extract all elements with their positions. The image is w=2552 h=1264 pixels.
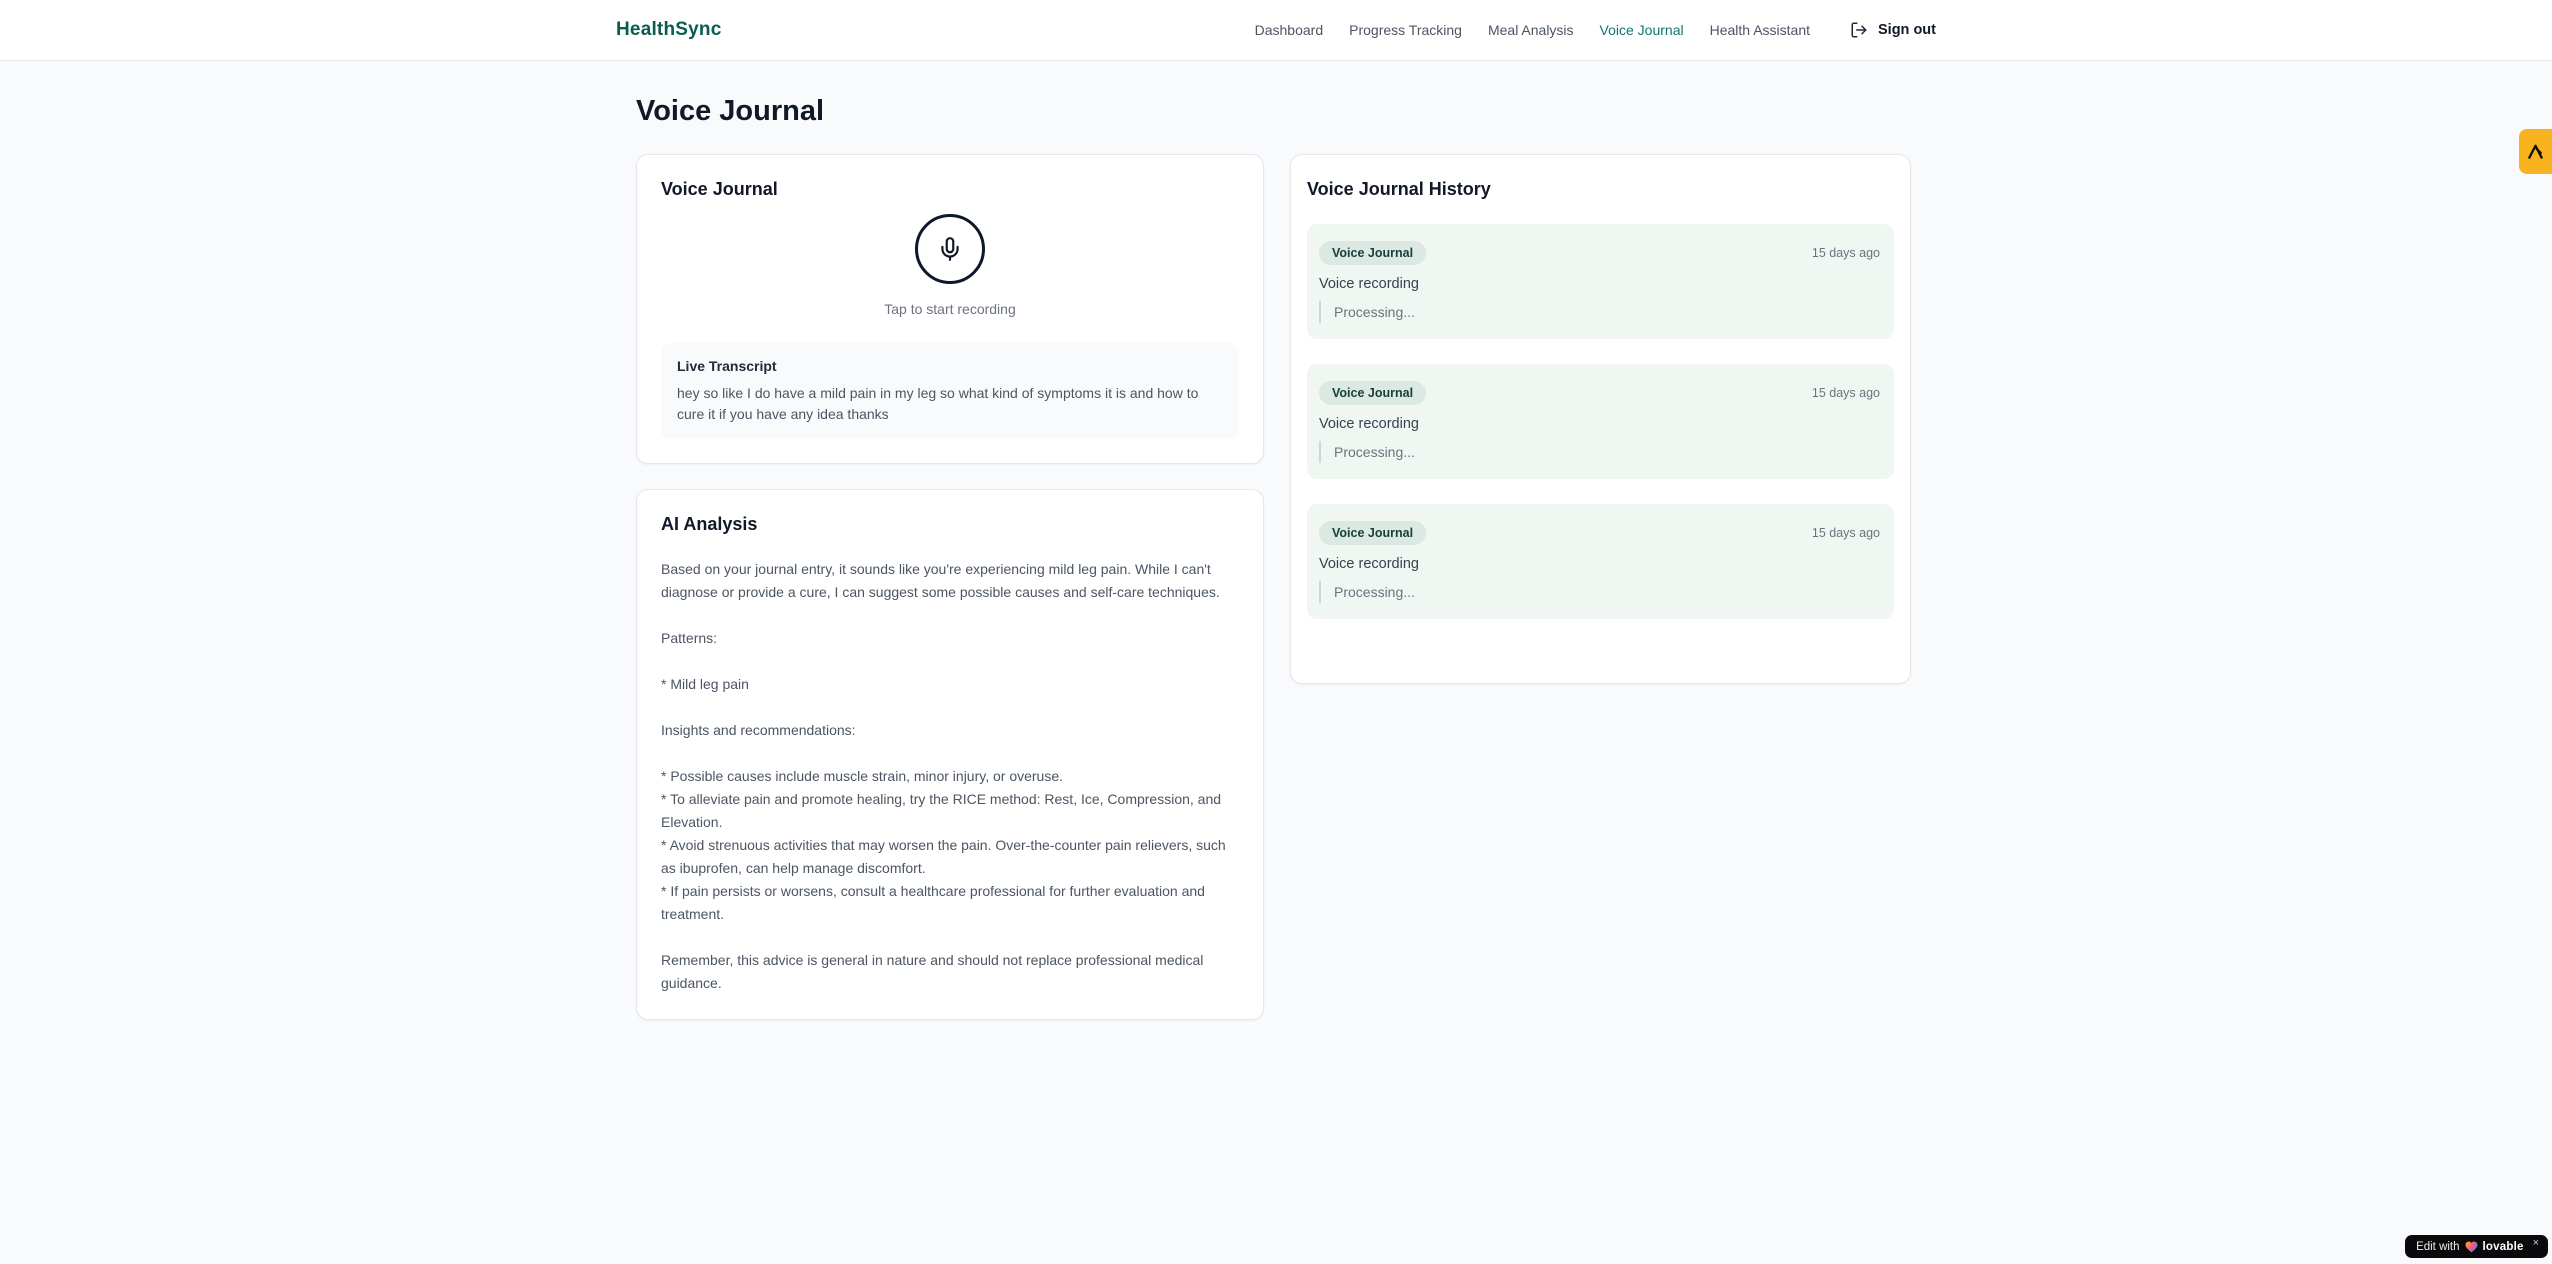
sign-out-label: Sign out xyxy=(1878,22,1936,38)
page-title: Voice Journal xyxy=(636,95,825,127)
voice-recorder-card: Voice Journal Tap to start recording Liv… xyxy=(636,154,1264,465)
lovable-heart-icon xyxy=(2465,1241,2477,1252)
live-transcript-text: hey so like I do have a mild pain in my … xyxy=(677,385,1199,422)
ai-analysis-title: AI Analysis xyxy=(661,514,758,535)
log-out-icon xyxy=(1851,22,1867,38)
entry-title: Voice recording xyxy=(1319,276,1419,292)
lovable-label: lovable xyxy=(2482,1240,2524,1253)
sign-out-button[interactable]: Sign out xyxy=(1850,21,1936,39)
entry-title: Voice recording xyxy=(1319,556,1419,572)
nav-item-dashboard[interactable]: Dashboard xyxy=(1255,22,1324,38)
ai-analysis-card: AI Analysis Based on your journal entry,… xyxy=(636,489,1264,1020)
microphone-icon xyxy=(941,237,959,261)
history-entry[interactable]: Voice Journal 15 days ago Voice recordin… xyxy=(1307,364,1894,479)
entry-type-badge: Voice Journal xyxy=(1319,381,1427,405)
entry-status: Processing... xyxy=(1319,581,1880,603)
recorder-card-title: Voice Journal xyxy=(661,179,778,199)
history-list: Voice Journal 15 days ago Voice recordin… xyxy=(1307,224,1894,619)
voice-journal-history-card: Voice Journal History Voice Journal 15 d… xyxy=(1290,154,1911,684)
entry-type-badge: Voice Journal xyxy=(1319,241,1427,265)
live-transcript-box: Live Transcript hey so like I do have a … xyxy=(661,343,1239,440)
record-button[interactable] xyxy=(915,214,985,284)
lovable-side-badge[interactable] xyxy=(2519,129,2552,174)
history-entry[interactable]: Voice Journal 15 days ago Voice recordin… xyxy=(1307,504,1894,619)
history-card-title: Voice Journal History xyxy=(1307,179,1491,199)
nav-item-meal-analysis[interactable]: Meal Analysis xyxy=(1488,22,1574,38)
app-header: HealthSync Dashboard Progress Tracking M… xyxy=(0,0,2552,61)
entry-timestamp: 15 days ago xyxy=(1811,246,1880,260)
ai-analysis-body: Based on your journal entry, it sounds l… xyxy=(661,561,1226,991)
app-logo: HealthSync xyxy=(616,19,722,40)
history-entry[interactable]: Voice Journal 15 days ago Voice recordin… xyxy=(1307,224,1894,339)
nav-item-progress-tracking[interactable]: Progress Tracking xyxy=(1349,22,1462,38)
entry-timestamp: 15 days ago xyxy=(1811,526,1880,540)
record-caption: Tap to start recording xyxy=(884,301,1016,317)
entry-title: Voice recording xyxy=(1319,416,1419,432)
nav-item-health-assistant[interactable]: Health Assistant xyxy=(1710,22,1810,38)
edit-with-lovable-button[interactable]: Edit with lovable × xyxy=(2405,1235,2548,1258)
nav-item-voice-journal[interactable]: Voice Journal xyxy=(1600,22,1684,38)
live-transcript-title: Live Transcript xyxy=(677,358,777,374)
edit-with-label: Edit with xyxy=(2416,1240,2460,1253)
entry-timestamp: 15 days ago xyxy=(1811,386,1880,400)
close-icon[interactable]: × xyxy=(2533,1235,2539,1249)
lovable-badge-icon xyxy=(2528,144,2543,159)
main-content: Voice Journal Voice Journal Tap to start… xyxy=(636,61,1916,1020)
entry-type-badge: Voice Journal xyxy=(1319,521,1427,545)
entry-status: Processing... xyxy=(1319,441,1880,463)
main-nav: Dashboard Progress Tracking Meal Analysi… xyxy=(1255,21,1936,39)
entry-status: Processing... xyxy=(1319,301,1880,323)
